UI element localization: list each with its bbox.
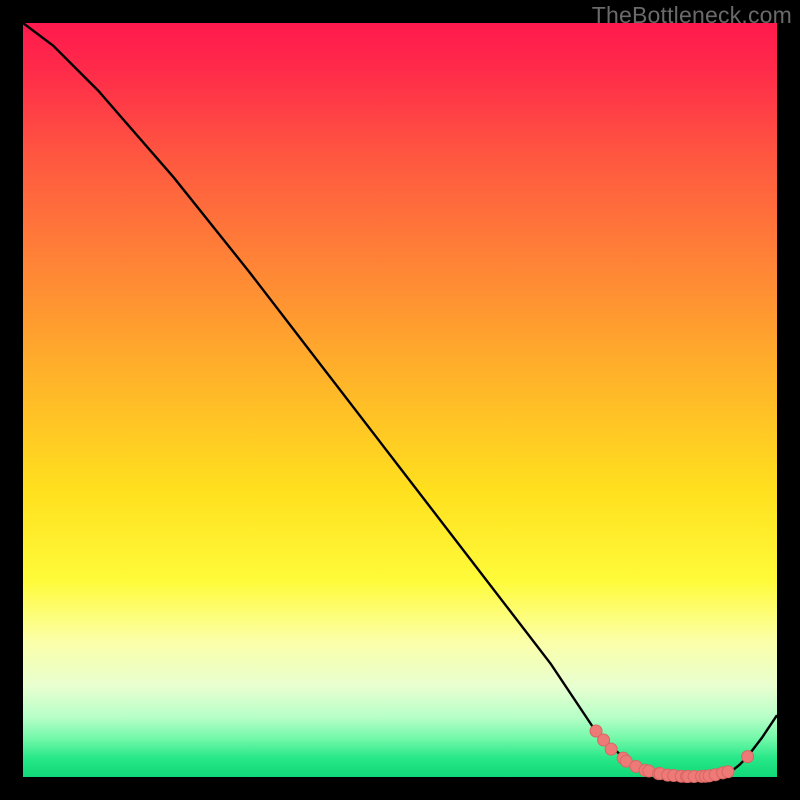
watermark-text: TheBottleneck.com <box>592 2 792 29</box>
data-marker <box>605 743 617 755</box>
plot-area <box>23 23 777 777</box>
data-marker <box>722 766 734 778</box>
data-marker <box>742 751 754 763</box>
bottleneck-curve-chart <box>23 23 777 777</box>
curve-markers <box>590 725 754 782</box>
curve-line <box>23 23 777 777</box>
